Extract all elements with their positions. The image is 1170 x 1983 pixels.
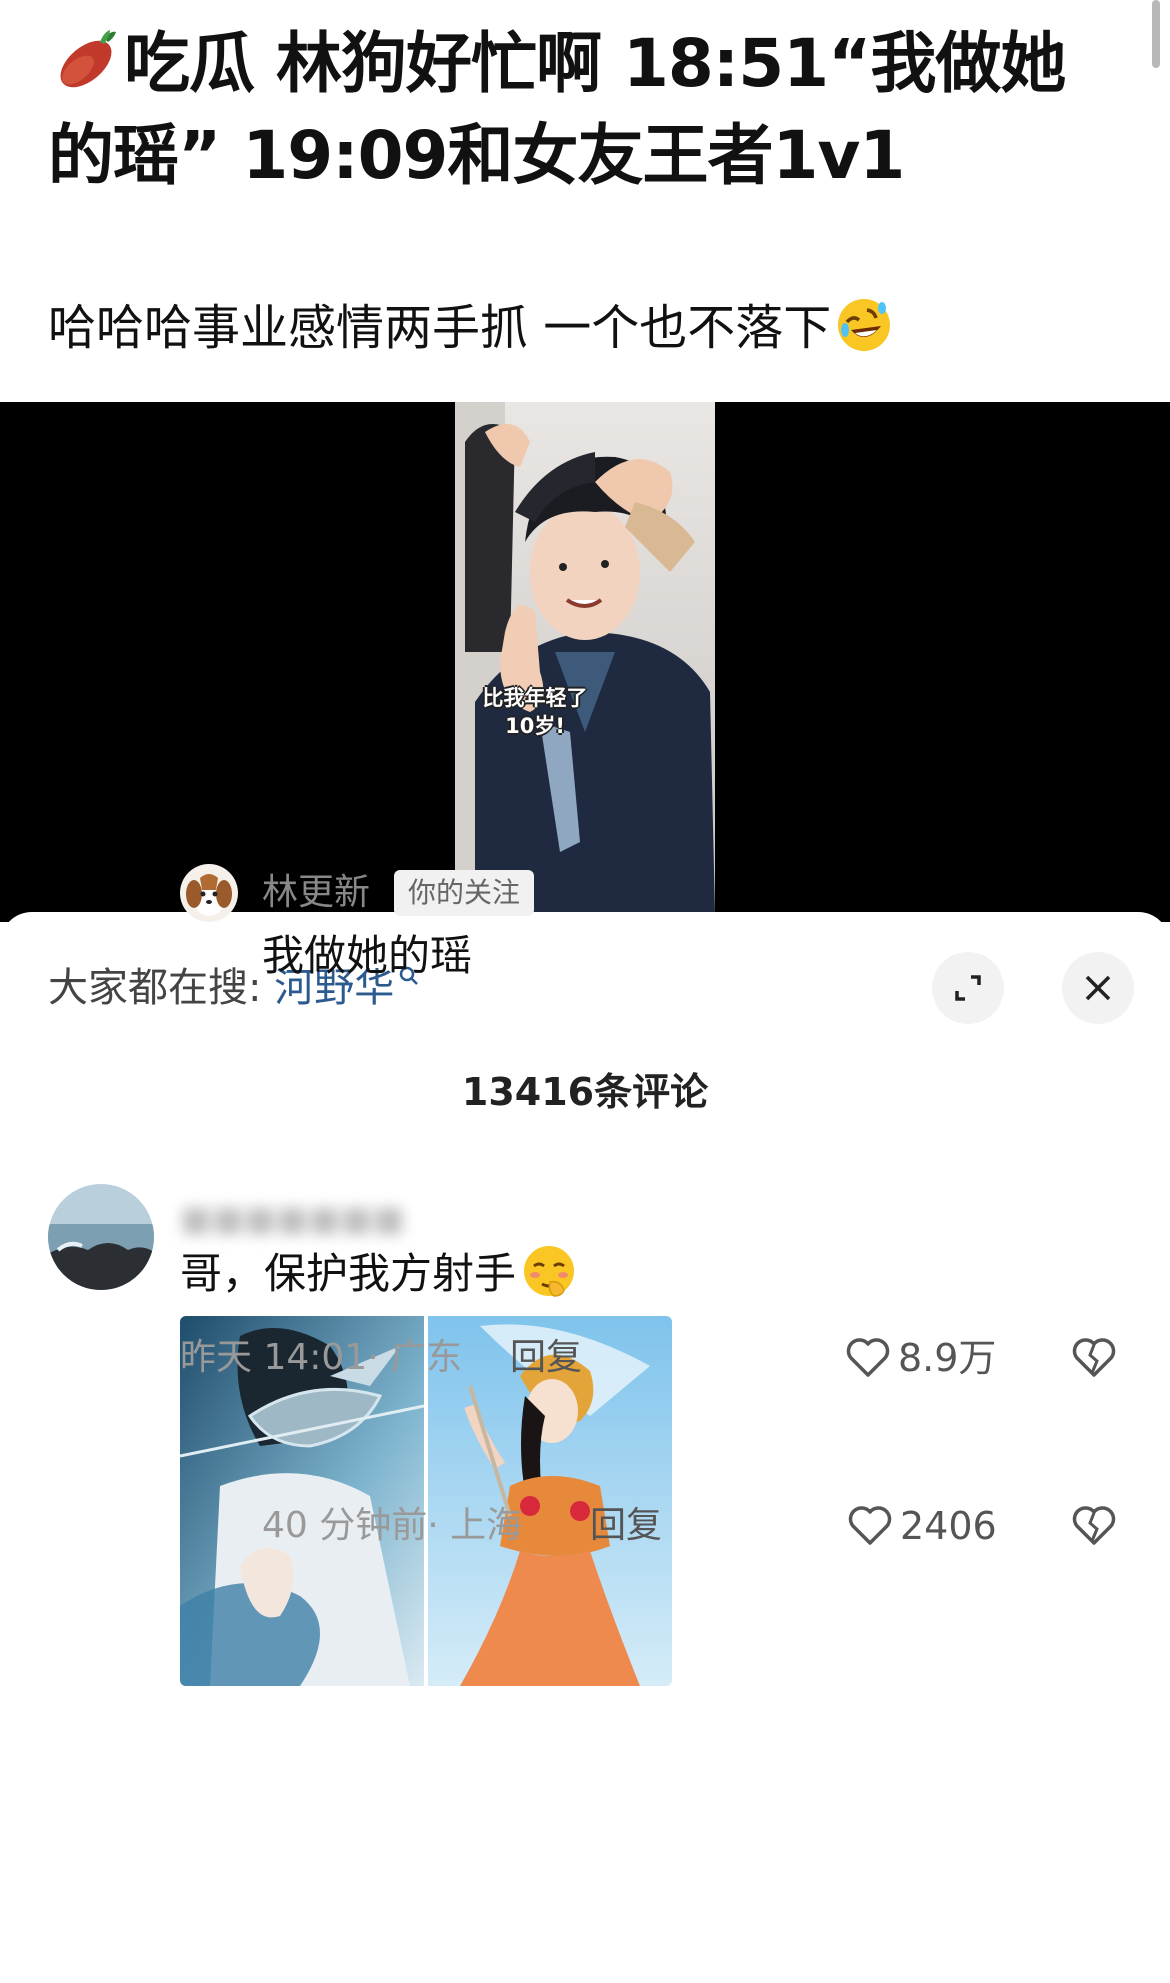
comment-count: 13416条评论: [461, 1070, 709, 1114]
reply-like-count: 2406: [900, 1504, 997, 1548]
post-title: 吃瓜 林狗好忙啊 18:51“我做她的瑶” 19:09和女友王者1v1: [48, 18, 1108, 202]
video-player[interactable]: 比我年轻了 10岁!: [0, 402, 1170, 922]
reply-avatar[interactable]: [180, 864, 238, 922]
trending-search-label: 大家都在搜:: [48, 965, 262, 1011]
reply-dislike-button[interactable]: [1072, 1506, 1116, 1550]
reply-location: · 上海: [427, 1505, 523, 1546]
avatar[interactable]: [48, 1184, 154, 1290]
reply-reply-button[interactable]: 回复: [590, 1500, 662, 1552]
sweet-potato-icon: [60, 30, 116, 88]
rolling-laugh-emoji: [838, 299, 891, 351]
reply-username[interactable]: 林更新: [262, 868, 370, 918]
video-frame[interactable]: 比我年轻了 10岁!: [455, 402, 715, 914]
reply-text: 我做她的瑶: [262, 931, 473, 980]
expand-button[interactable]: [932, 952, 1004, 1024]
comment-text-content: 哥，保护我方射手: [180, 1249, 517, 1298]
post-subtitle-text: 哈哈哈事业感情两手抓 一个也不落下: [48, 300, 832, 356]
broken-heart-icon: [1072, 1506, 1116, 1545]
reply-button[interactable]: 回复: [510, 1332, 582, 1384]
post-subtitle: 哈哈哈事业感情两手抓 一个也不落下: [48, 292, 893, 364]
broken-heart-icon: [1072, 1338, 1116, 1377]
dislike-button[interactable]: [1072, 1338, 1116, 1382]
video-caption: 比我年轻了 10岁!: [455, 684, 615, 740]
video-caption-line2: 10岁!: [505, 714, 565, 738]
reply-meta: 40 分钟前· 上海: [262, 1500, 522, 1552]
reply-time: 40 分钟前: [262, 1505, 428, 1546]
scrollbar[interactable]: [1152, 0, 1160, 68]
expand-icon: [955, 975, 981, 1001]
post-title-text: 吃瓜 林狗好忙啊 18:51“我做她的瑶” 19:09和女友王者1v1: [48, 25, 1066, 194]
comment-meta: 昨天 14:01· 广东: [180, 1332, 462, 1384]
video-thumbnail: [455, 402, 715, 914]
close-button[interactable]: [1062, 952, 1134, 1024]
close-icon: [1085, 975, 1111, 1001]
like-button[interactable]: 8.9万: [846, 1332, 996, 1384]
comment-time: 昨天 14:01: [180, 1337, 368, 1378]
follow-badge: 你的关注: [394, 870, 535, 916]
heart-icon: [848, 1506, 892, 1545]
comment-location: · 广东: [367, 1337, 463, 1378]
video-caption-line1: 比我年轻了: [482, 686, 588, 710]
reply-like-button[interactable]: 2406: [848, 1500, 997, 1552]
like-count: 8.9万: [898, 1336, 997, 1380]
heart-icon: [846, 1338, 890, 1377]
comment-sheet: 大家都在搜: 河野华 13416条评论 ■■■■■■■ 哥，保护我方射手: [0, 912, 1170, 1983]
comment-username-blurred[interactable]: ■■■■■■■: [180, 1196, 460, 1242]
shy-face-emoji: [524, 1246, 575, 1297]
comment-text: 哥，保护我方射手: [180, 1242, 578, 1306]
post-header: 吃瓜 林狗好忙啊 18:51“我做她的瑶” 19:09和女友王者1v1 哈哈哈事…: [0, 0, 1170, 402]
